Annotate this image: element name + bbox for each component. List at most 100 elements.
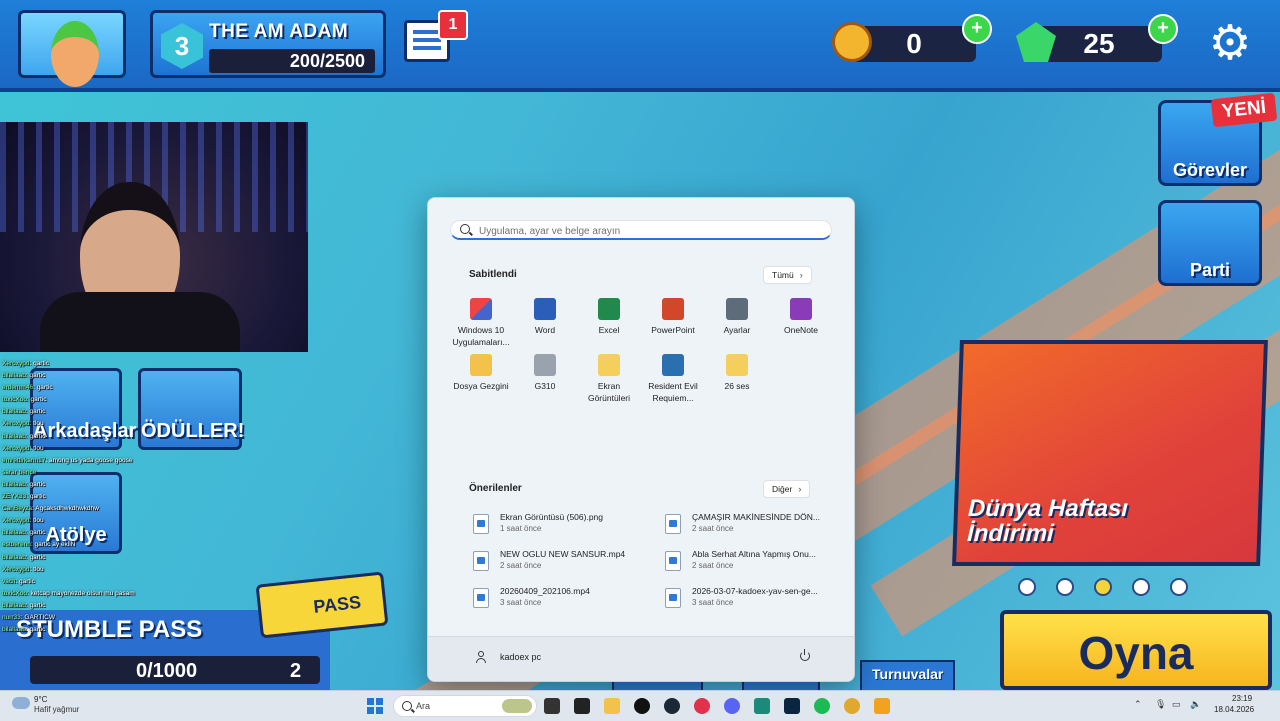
chat-username: sarar bence	[2, 468, 37, 476]
chat-message: CanBeyza: Agcaksdhwkdhwkdhw	[2, 503, 162, 515]
app-icon[interactable]	[574, 698, 590, 714]
spotify-icon[interactable]	[814, 698, 830, 714]
pinned-app-label: Ekran	[597, 381, 621, 391]
user-name[interactable]: kadoex pc	[500, 652, 541, 662]
volume-icon[interactable]: 🔈	[1190, 699, 1201, 710]
chat-text: : ketcap mayonezde olsun mu pasam	[26, 589, 135, 597]
settings-gear-icon	[726, 298, 748, 320]
chat-message: bilallaab: gartic	[2, 527, 162, 539]
file-icon	[665, 551, 681, 571]
github-icon[interactable]	[634, 698, 650, 714]
windows-start-icon[interactable]	[367, 698, 383, 714]
chevron-right-icon: ›	[799, 270, 803, 280]
g310-icon	[534, 354, 556, 376]
task-view-icon[interactable]	[544, 698, 560, 714]
file-explorer-icon[interactable]	[604, 698, 620, 714]
weather-description[interactable]: Hafif yağmur	[34, 705, 79, 714]
recommended-title: Önerilenler	[469, 483, 522, 494]
chrome-icon[interactable]	[844, 698, 860, 714]
promo-carousel-dots	[1018, 578, 1208, 601]
player-level-card[interactable]: 3 THE AM ADAM 200/2500	[150, 10, 386, 78]
carousel-dot[interactable]	[1056, 578, 1074, 596]
chat-message: nurr33: GARTICW	[2, 612, 162, 624]
recommended-item[interactable]: Abla Serhat Altına Yapmış Onu... 2 saat ö…	[665, 549, 845, 581]
carousel-dot-active[interactable]	[1094, 578, 1112, 596]
pinned-app-label-line2: Uygulamaları...	[452, 336, 510, 347]
recommended-file-time: 3 saat önce	[692, 598, 734, 607]
pinned-app[interactable]: OneNote	[769, 298, 833, 337]
chat-message: emrettirkann17: among us yada goose goos…	[2, 455, 162, 467]
quests-label: Görevler	[1172, 160, 1248, 180]
photoshop-icon[interactable]	[784, 698, 800, 714]
all-apps-button[interactable]: Tümü ›	[763, 266, 812, 284]
chat-username: bilallaab	[2, 601, 26, 609]
recommended-item[interactable]: Ekran Görüntüsü (506).png 1 saat önce	[473, 512, 653, 544]
pinned-app-label: Ayarlar	[723, 325, 751, 335]
chat-message: toxicXoo: ketcap mayonezde olsun mu pasa…	[2, 588, 162, 600]
pinned-app[interactable]: Word	[513, 298, 577, 337]
chat-username: estberenn	[2, 541, 31, 549]
pinned-app[interactable]: Excel	[577, 298, 641, 337]
tab-tournaments[interactable]: Turnuvalar	[860, 660, 956, 690]
chat-username: bilallaab	[2, 553, 26, 561]
recommended-item[interactable]: NEW OGLU NEW SANSUR.mp4 2 saat önce	[473, 549, 653, 581]
recommended-item[interactable]: 2026-03-07-kadoex-yav-sen-ge... 3 saat ön…	[665, 586, 845, 618]
carousel-dot[interactable]	[1132, 578, 1150, 596]
chat-username: bilallaab	[2, 529, 26, 537]
clock-time[interactable]: 23:19	[1232, 694, 1252, 703]
party-button[interactable]: Parti	[1158, 200, 1262, 286]
pinned-app[interactable]: Windows 10 Uygulamaları...	[449, 298, 513, 348]
more-button[interactable]: Diğer ›	[763, 480, 811, 498]
coin-icon	[832, 22, 872, 62]
chat-message: bilallaab: gartic	[2, 431, 162, 443]
app-icon[interactable]	[754, 698, 770, 714]
chat-username: bilallaab	[2, 432, 26, 440]
cloud-rain-icon[interactable]	[12, 697, 30, 709]
recommended-file-name: NEW OGLU NEW SANSUR.mp4	[500, 549, 626, 559]
chat-message: bilallaab: gartic	[2, 406, 162, 418]
clock-date[interactable]: 18.04.2026	[1214, 705, 1254, 714]
power-icon[interactable]	[800, 649, 810, 661]
steam-icon[interactable]	[664, 698, 680, 714]
start-search-box[interactable]	[450, 220, 832, 240]
recommended-item[interactable]: ÇAMAŞIR MAKİNESİNDE DÖN... 2 saat önce	[665, 512, 845, 544]
weather-temperature[interactable]: 9°C	[34, 695, 47, 704]
pinned-app-label: Excel	[598, 325, 620, 335]
chat-text: : gartic	[26, 493, 46, 501]
chat-message: ZEYX33: gartic	[2, 491, 162, 503]
chat-username: CanBeyza	[2, 505, 32, 513]
discord-icon[interactable]	[724, 698, 740, 714]
pinned-app[interactable]: Ekran Görüntüleri	[577, 354, 641, 404]
chat-text: : gartic	[25, 529, 46, 537]
pinned-app[interactable]: 26 ses	[705, 354, 769, 393]
pinned-app[interactable]: Resident Evil Requiem...	[641, 354, 705, 404]
promo-banner[interactable]: Dünya Haftası İndirimi	[952, 340, 1268, 566]
pinned-app[interactable]: PowerPoint	[641, 298, 705, 337]
user-icon[interactable]	[476, 651, 486, 663]
recommended-item[interactable]: 20260409_202106.mp4 3 saat önce	[473, 586, 653, 618]
carousel-dot[interactable]	[1018, 578, 1036, 596]
chat-text: : gartic	[25, 480, 46, 488]
level-badge: 3	[161, 23, 203, 69]
microphone-icon[interactable]: 🎙	[1155, 699, 1166, 710]
file-icon	[665, 514, 681, 534]
network-icon[interactable]: ▭	[1172, 699, 1181, 710]
start-search-input[interactable]	[477, 222, 821, 240]
play-button[interactable]: Oyna	[1000, 610, 1272, 690]
pinned-app[interactable]: G310	[513, 354, 577, 393]
opera-icon[interactable]	[694, 698, 710, 714]
pinned-app[interactable]: Dosya Gezgini	[449, 354, 513, 393]
chat-message: Xeroxypd: tlou	[2, 418, 162, 430]
pinned-app[interactable]: Ayarlar	[705, 298, 769, 337]
carousel-dot[interactable]	[1170, 578, 1188, 596]
chat-username: toxicXoo	[2, 396, 27, 404]
gear-icon[interactable]: ⚙	[1208, 20, 1252, 68]
stumble-guys-icon[interactable]	[874, 698, 890, 714]
promo-title-line2: İndirimi	[966, 520, 1055, 547]
taskbar-search[interactable]: Ara	[393, 695, 537, 717]
player-avatar[interactable]	[18, 10, 126, 87]
add-coins-button[interactable]: +	[962, 14, 992, 44]
chevron-up-icon[interactable]: ⌃	[1134, 699, 1142, 710]
chevron-right-icon: ›	[798, 484, 802, 494]
add-gems-button[interactable]: +	[1148, 14, 1178, 44]
